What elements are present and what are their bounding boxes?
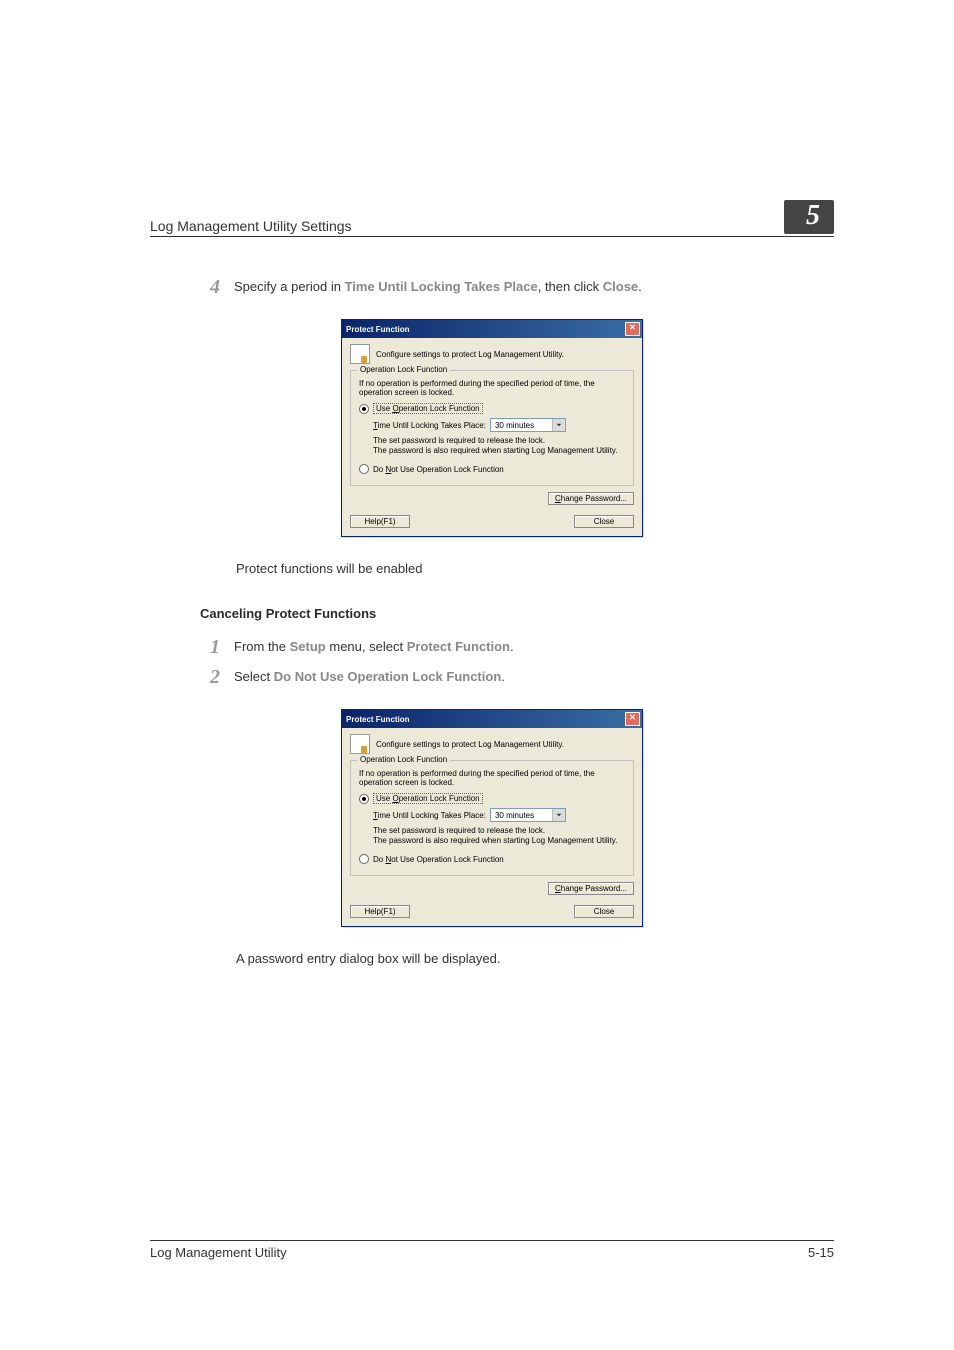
help-button[interactable]: Help(F1) xyxy=(350,515,410,528)
step-text: Specify a period in Time Until Locking T… xyxy=(234,277,642,297)
close-icon[interactable]: ✕ xyxy=(625,712,640,726)
dialog-title: Protect Function xyxy=(346,715,625,724)
lock-note-2: The password is also required when start… xyxy=(373,836,625,846)
time-until-lock-combo[interactable]: 30 minutes xyxy=(490,418,566,432)
step-text-fragment: Specify a period in xyxy=(234,279,345,294)
lock-document-icon xyxy=(350,734,370,754)
radio-use-lock[interactable] xyxy=(359,794,369,804)
lock-note-2: The password is also required when start… xyxy=(373,446,625,456)
result-text: Protect functions will be enabled xyxy=(236,561,834,576)
running-header-title: Log Management Utility Settings xyxy=(150,218,352,234)
step-number: 2 xyxy=(200,667,220,687)
close-icon[interactable]: ✕ xyxy=(625,322,640,336)
radio-do-not-use-lock[interactable] xyxy=(359,854,369,864)
step-text: Select Do Not Use Operation Lock Functio… xyxy=(234,667,505,687)
radio-use-lock-label: Use Operation Lock Function xyxy=(373,403,483,414)
chevron-down-icon[interactable] xyxy=(552,419,565,431)
step-text-emphasis: Setup xyxy=(290,639,326,654)
result-text: A password entry dialog box will be disp… xyxy=(236,951,834,966)
group-intro: If no operation is performed during the … xyxy=(359,769,625,787)
group-legend: Operation Lock Function xyxy=(357,365,450,374)
protect-function-dialog: Protect Function ✕ Configure settings to… xyxy=(341,709,643,927)
dialog-description: Configure settings to protect Log Manage… xyxy=(376,350,564,359)
help-button[interactable]: Help(F1) xyxy=(350,905,410,918)
chevron-down-icon[interactable] xyxy=(552,809,565,821)
step-text-emphasis: Time Until Locking Takes Place xyxy=(345,279,538,294)
step-text-fragment: From the xyxy=(234,639,290,654)
time-until-lock-combo[interactable]: 30 minutes xyxy=(490,808,566,822)
group-legend: Operation Lock Function xyxy=(357,755,450,764)
step-text-emphasis: Protect Function xyxy=(407,639,510,654)
lock-document-icon xyxy=(350,344,370,364)
time-until-lock-label: Time Until Locking Takes Place: xyxy=(373,421,486,430)
radio-do-not-use-lock-label: Do Not Use Operation Lock Function xyxy=(373,465,504,474)
time-until-lock-label: Time Until Locking Takes Place: xyxy=(373,811,486,820)
step-text-fragment: . xyxy=(501,669,505,684)
step-number: 1 xyxy=(200,637,220,657)
radio-do-not-use-lock-label: Do Not Use Operation Lock Function xyxy=(373,855,504,864)
dialog-title: Protect Function xyxy=(346,325,625,334)
step-text-fragment: , then click xyxy=(538,279,603,294)
close-button[interactable]: Close xyxy=(574,515,634,528)
operation-lock-group: Operation Lock Function If no operation … xyxy=(350,370,634,486)
step-text-fragment: . xyxy=(638,279,642,294)
group-intro: If no operation is performed during the … xyxy=(359,379,625,397)
step-text-fragment: Select xyxy=(234,669,274,684)
close-button[interactable]: Close xyxy=(574,905,634,918)
chapter-number-badge: 5 xyxy=(784,200,834,234)
footer-product: Log Management Utility xyxy=(150,1245,287,1260)
lock-note-1: The set password is required to release … xyxy=(373,436,625,446)
time-until-lock-value: 30 minutes xyxy=(491,811,552,820)
step-text-fragment: menu, select xyxy=(326,639,407,654)
change-password-button[interactable]: Change Password... xyxy=(548,882,634,895)
radio-use-lock[interactable] xyxy=(359,404,369,414)
step-text-fragment: . xyxy=(510,639,514,654)
protect-function-dialog: Protect Function ✕ Configure settings to… xyxy=(341,319,643,537)
time-until-lock-value: 30 minutes xyxy=(491,421,552,430)
dialog-description: Configure settings to protect Log Manage… xyxy=(376,740,564,749)
step-number: 4 xyxy=(200,277,220,297)
footer-page-number: 5-15 xyxy=(808,1245,834,1260)
lock-note-1: The set password is required to release … xyxy=(373,826,625,836)
radio-use-lock-label: Use Operation Lock Function xyxy=(373,793,483,804)
operation-lock-group: Operation Lock Function If no operation … xyxy=(350,760,634,876)
change-password-button[interactable]: Change Password... xyxy=(548,492,634,505)
subheading-canceling: Canceling Protect Functions xyxy=(200,606,834,621)
step-text-emphasis: Close xyxy=(603,279,638,294)
step-text: From the Setup menu, select Protect Func… xyxy=(234,637,514,657)
radio-do-not-use-lock[interactable] xyxy=(359,464,369,474)
step-text-emphasis: Do Not Use Operation Lock Function xyxy=(274,669,502,684)
